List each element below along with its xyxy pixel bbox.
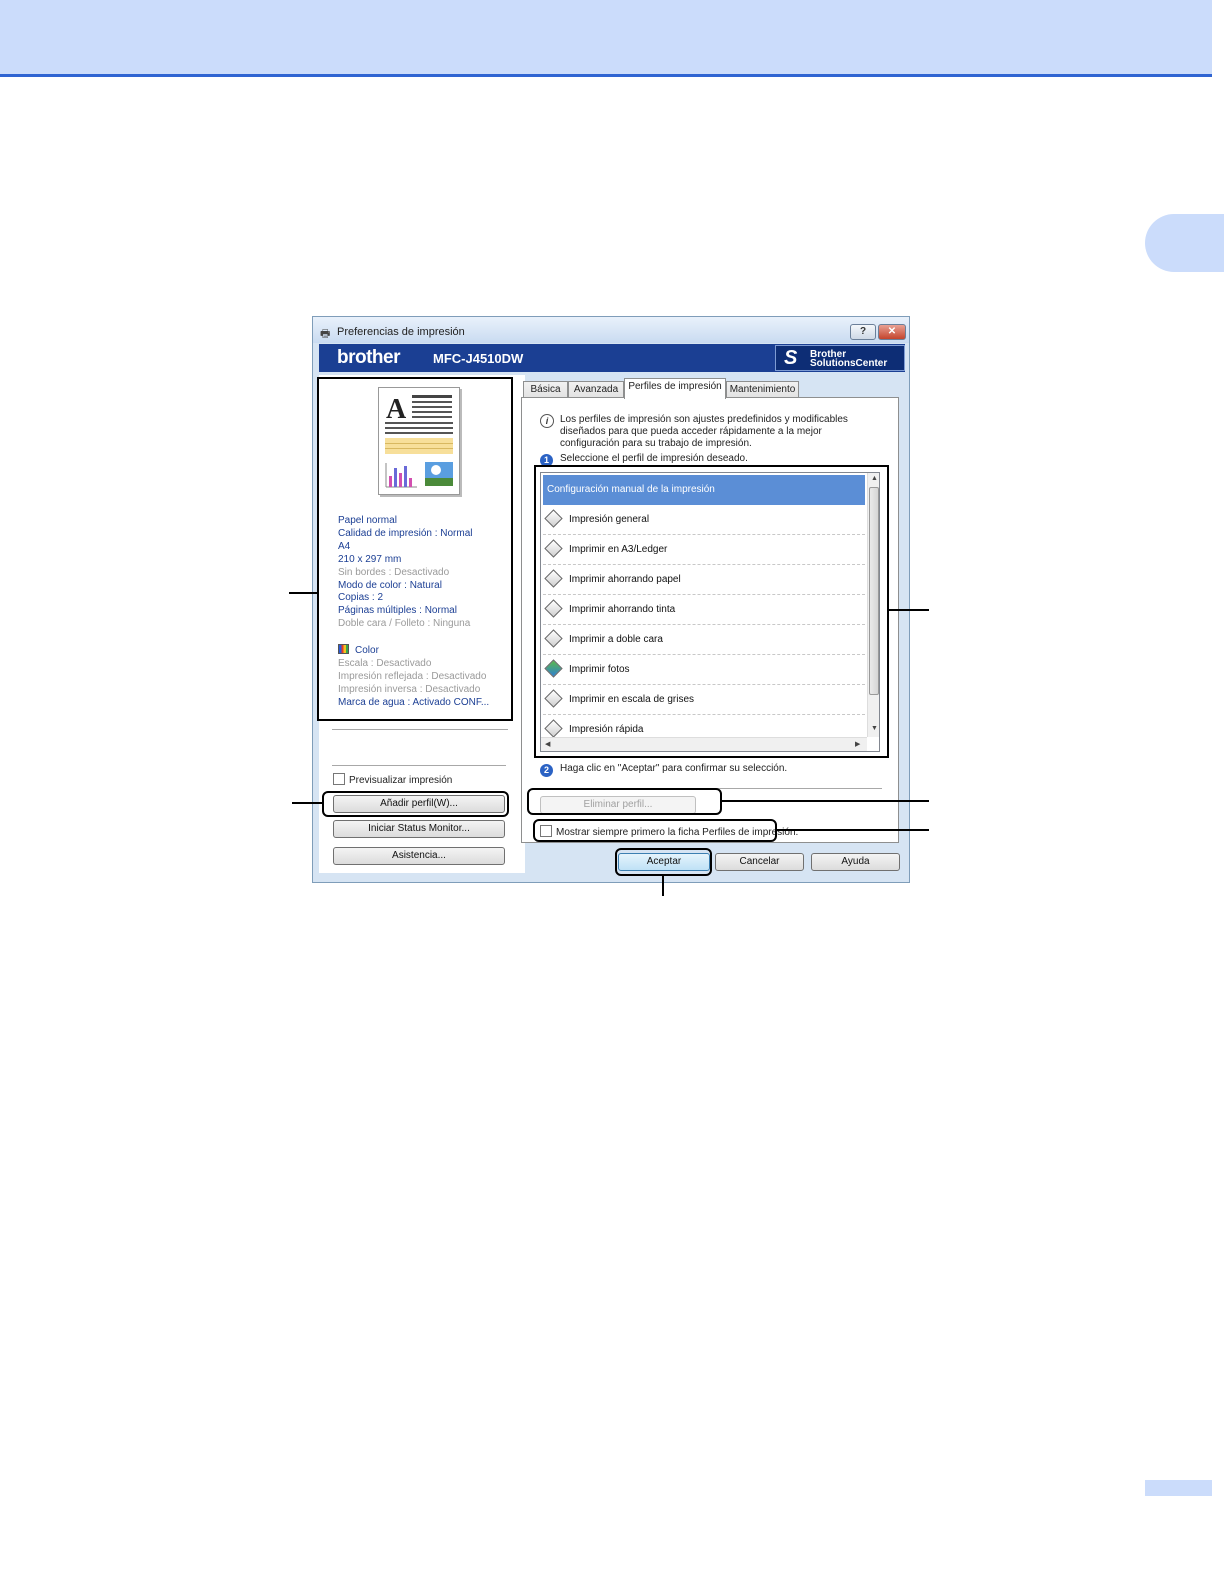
chapter-tab xyxy=(1145,214,1224,272)
divider xyxy=(332,765,506,766)
callout-line xyxy=(292,802,322,804)
preview-print-checkbox[interactable] xyxy=(333,773,345,785)
help-dialog-button[interactable]: Ayuda xyxy=(811,853,900,871)
callout-line xyxy=(889,609,929,611)
callout-line xyxy=(289,592,317,594)
preview-print-checkbox-row[interactable]: Previsualizar impresión xyxy=(333,773,452,786)
page-number-tab xyxy=(1145,1480,1212,1496)
tab-advanced[interactable]: Avanzada xyxy=(568,381,624,398)
title-bar: 🖶 Preferencias de impresión ? ✕ xyxy=(313,317,909,343)
profiles-description: Los perfiles de impresión son ajustes pr… xyxy=(560,414,848,449)
tab-basic[interactable]: Básica xyxy=(523,381,568,398)
solutions-center-button[interactable]: S Brother SolutionsCenter xyxy=(775,345,905,371)
callout-profile-list xyxy=(534,465,889,758)
help-button[interactable]: ? xyxy=(850,324,876,340)
callout-line xyxy=(662,876,664,896)
callout-line xyxy=(722,800,929,802)
printer-icon: 🖶 xyxy=(320,328,331,340)
callout-always-show xyxy=(533,819,777,842)
cancel-button[interactable]: Cancelar xyxy=(715,853,804,871)
solutions-center-icon: S xyxy=(784,347,798,369)
tab-print-profiles[interactable]: Perfiles de impresión xyxy=(624,378,726,399)
callout-delete-profile xyxy=(527,788,722,815)
page-header-band xyxy=(0,0,1212,77)
start-status-monitor-button[interactable]: Iniciar Status Monitor... xyxy=(333,820,505,838)
brother-logo: brother xyxy=(337,347,401,368)
callout-line xyxy=(777,829,929,831)
step-2: 2 Haga clic en "Aceptar" para confirmar s… xyxy=(540,763,787,777)
callout-ok-button xyxy=(615,848,712,876)
callout-settings-summary xyxy=(317,377,513,721)
printer-model: MFC-J4510DW xyxy=(433,351,524,366)
step-2-text: Haga clic en "Aceptar" para confirmar su… xyxy=(560,763,788,774)
preview-print-label: Previsualizar impresión xyxy=(349,775,453,786)
solutions-label-2: SolutionsCenter xyxy=(810,358,888,369)
info-icon: i xyxy=(540,414,554,428)
step-number-2: 2 xyxy=(540,764,553,777)
close-button[interactable]: ✕ xyxy=(878,324,906,340)
window-title: Preferencias de impresión xyxy=(337,326,465,338)
brand-bar: brother MFC-J4510DW S Brother SolutionsC… xyxy=(319,344,905,372)
support-button[interactable]: Asistencia... xyxy=(333,847,505,865)
divider xyxy=(332,729,508,730)
callout-add-profile xyxy=(322,791,509,817)
tab-maintenance[interactable]: Mantenimiento xyxy=(726,381,799,398)
step-1-text: Seleccione el perfil de impresión desead… xyxy=(560,453,748,464)
